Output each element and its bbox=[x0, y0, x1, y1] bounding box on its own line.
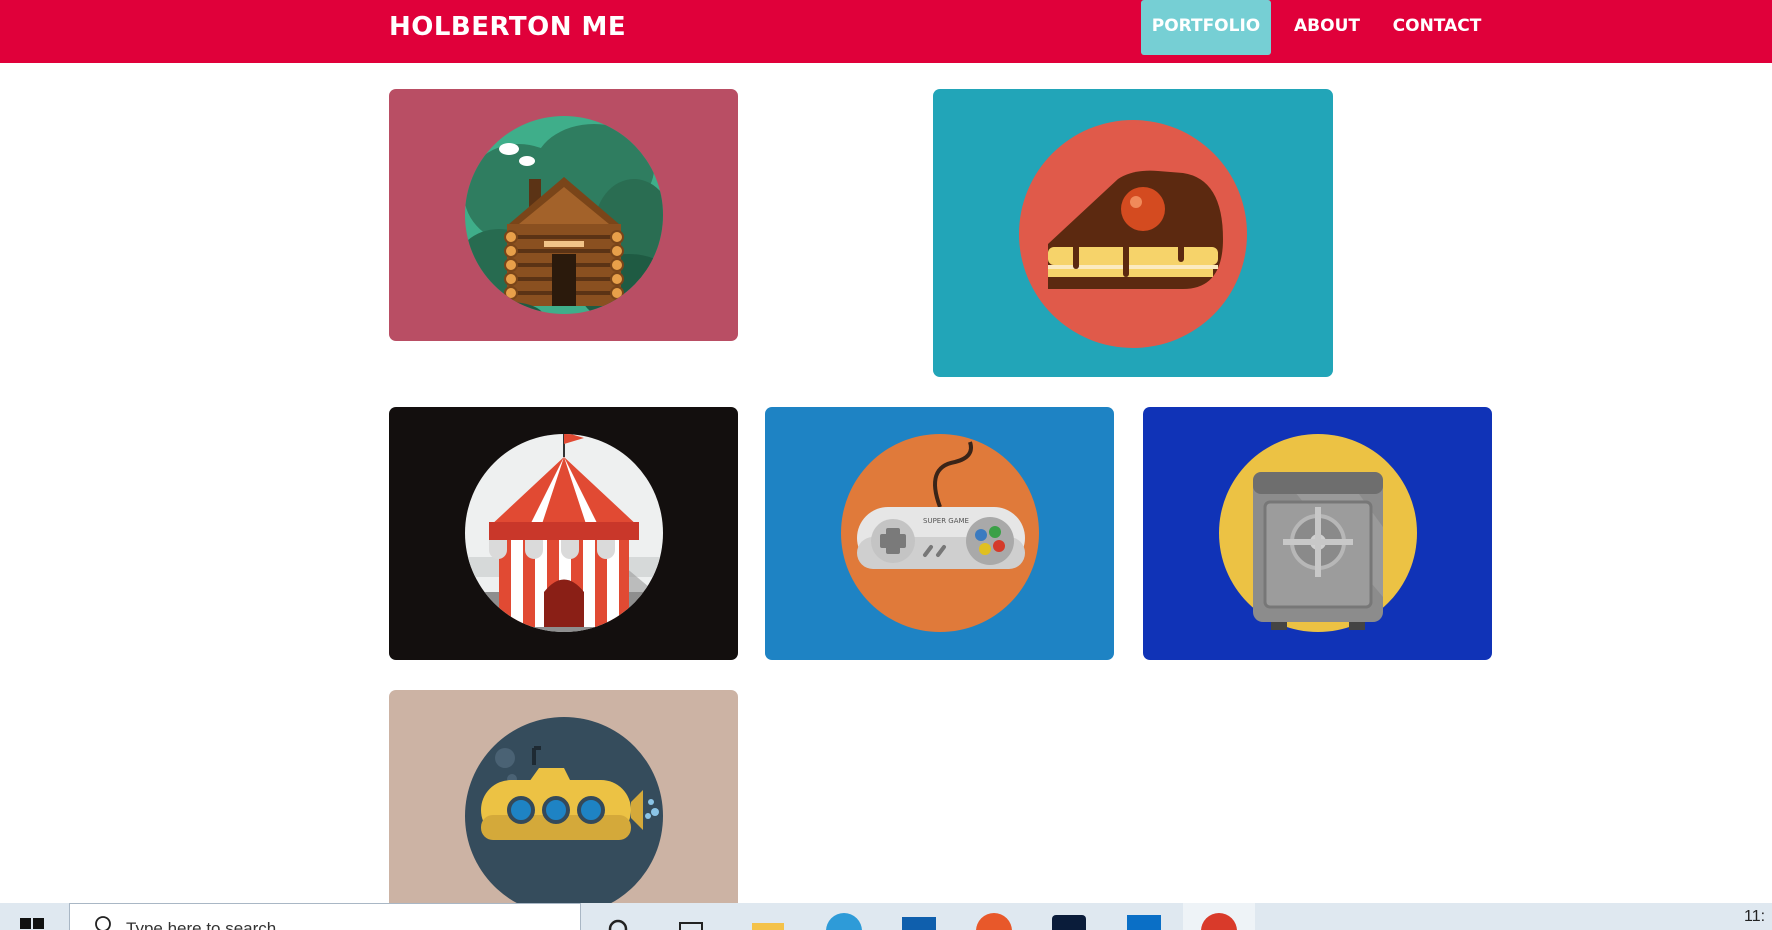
chrome-icon bbox=[1201, 913, 1237, 930]
taskbar-search-placeholder: Type here to search bbox=[126, 919, 277, 930]
file-explorer-icon[interactable] bbox=[752, 923, 784, 930]
safe-icon bbox=[1219, 434, 1417, 632]
taskbar-clock[interactable]: 11: bbox=[1744, 908, 1765, 926]
portfolio-item-cake[interactable] bbox=[933, 89, 1333, 377]
nav-about[interactable]: ABOUT bbox=[1285, 0, 1369, 55]
firefox-icon[interactable] bbox=[976, 913, 1012, 930]
taskbar-search[interactable]: Type here to search bbox=[69, 903, 581, 930]
edge-icon[interactable] bbox=[826, 913, 862, 930]
mail-icon[interactable] bbox=[902, 917, 936, 930]
portfolio-item-game-controller[interactable]: SUPER GAME bbox=[765, 407, 1114, 660]
taskbar: Type here to search 11: bbox=[0, 903, 1772, 930]
log-cabin-icon bbox=[465, 116, 663, 314]
portfolio-item-submarine[interactable] bbox=[389, 690, 738, 903]
site-brand[interactable]: HOLBERTON ME bbox=[389, 12, 626, 42]
circus-tent-icon bbox=[465, 434, 663, 632]
chrome-active-tab[interactable] bbox=[1183, 903, 1255, 930]
submarine-icon bbox=[465, 717, 663, 903]
nav-portfolio[interactable]: PORTFOLIO bbox=[1141, 0, 1271, 55]
portfolio-item-circus-tent[interactable] bbox=[389, 407, 738, 660]
portfolio-item-safe[interactable] bbox=[1143, 407, 1492, 660]
cortana-icon[interactable] bbox=[606, 917, 630, 930]
controller-label: SUPER GAME bbox=[923, 517, 969, 525]
vscode-icon[interactable] bbox=[1127, 915, 1161, 930]
photoshop-icon[interactable] bbox=[1052, 915, 1086, 930]
portfolio-item-log-cabin[interactable] bbox=[389, 89, 738, 341]
navbar: HOLBERTON ME PORTFOLIO ABOUT CONTACT bbox=[0, 0, 1772, 63]
task-view-icon[interactable] bbox=[678, 917, 704, 930]
nav-contact[interactable]: CONTACT bbox=[1387, 0, 1487, 55]
windows-start-icon[interactable] bbox=[20, 918, 44, 930]
game-controller-icon: SUPER GAME bbox=[841, 434, 1039, 632]
cake-slice-icon bbox=[1019, 120, 1247, 348]
search-icon bbox=[95, 916, 111, 930]
